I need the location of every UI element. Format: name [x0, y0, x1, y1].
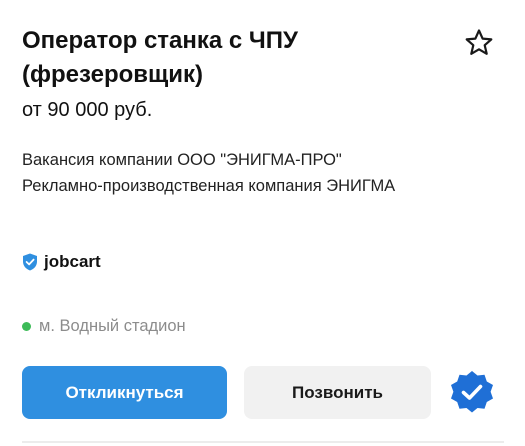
company-info: Вакансия компании ООО "ЭНИГМА-ПРО" Рекла… — [22, 147, 395, 199]
vacancy-card[interactable]: Оператор станка с ЧПУ (фрезеровщик) от 9… — [0, 0, 525, 446]
shield-check-icon — [23, 253, 37, 271]
vacancy-title-line1: Оператор станка с ЧПУ — [22, 27, 298, 54]
metro-line-dot-icon — [22, 321, 31, 331]
source-name: jobcart — [44, 252, 101, 271]
favorite-star-icon[interactable] — [463, 27, 495, 59]
call-button[interactable]: Позвонить — [244, 366, 431, 419]
source: jobcart — [22, 250, 101, 274]
metro-station: м. Водный стадион — [39, 316, 186, 335]
verified-badge-icon — [447, 368, 497, 418]
vacancy-title[interactable]: Оператор станка с ЧПУ (фрезеровщик) — [22, 24, 442, 92]
vacancy-title-line2: (фрезеровщик) — [22, 61, 204, 88]
company-description: Рекламно-производственная компания ЭНИГМ… — [22, 177, 396, 195]
apply-button[interactable]: Откликнуться — [22, 366, 227, 419]
company-name: Вакансия компании ООО "ЭНИГМА-ПРО" — [22, 151, 342, 169]
metro-location: м. Водный стадион — [22, 314, 186, 338]
divider — [22, 441, 504, 443]
salary: от 90 000 руб. — [22, 99, 153, 121]
